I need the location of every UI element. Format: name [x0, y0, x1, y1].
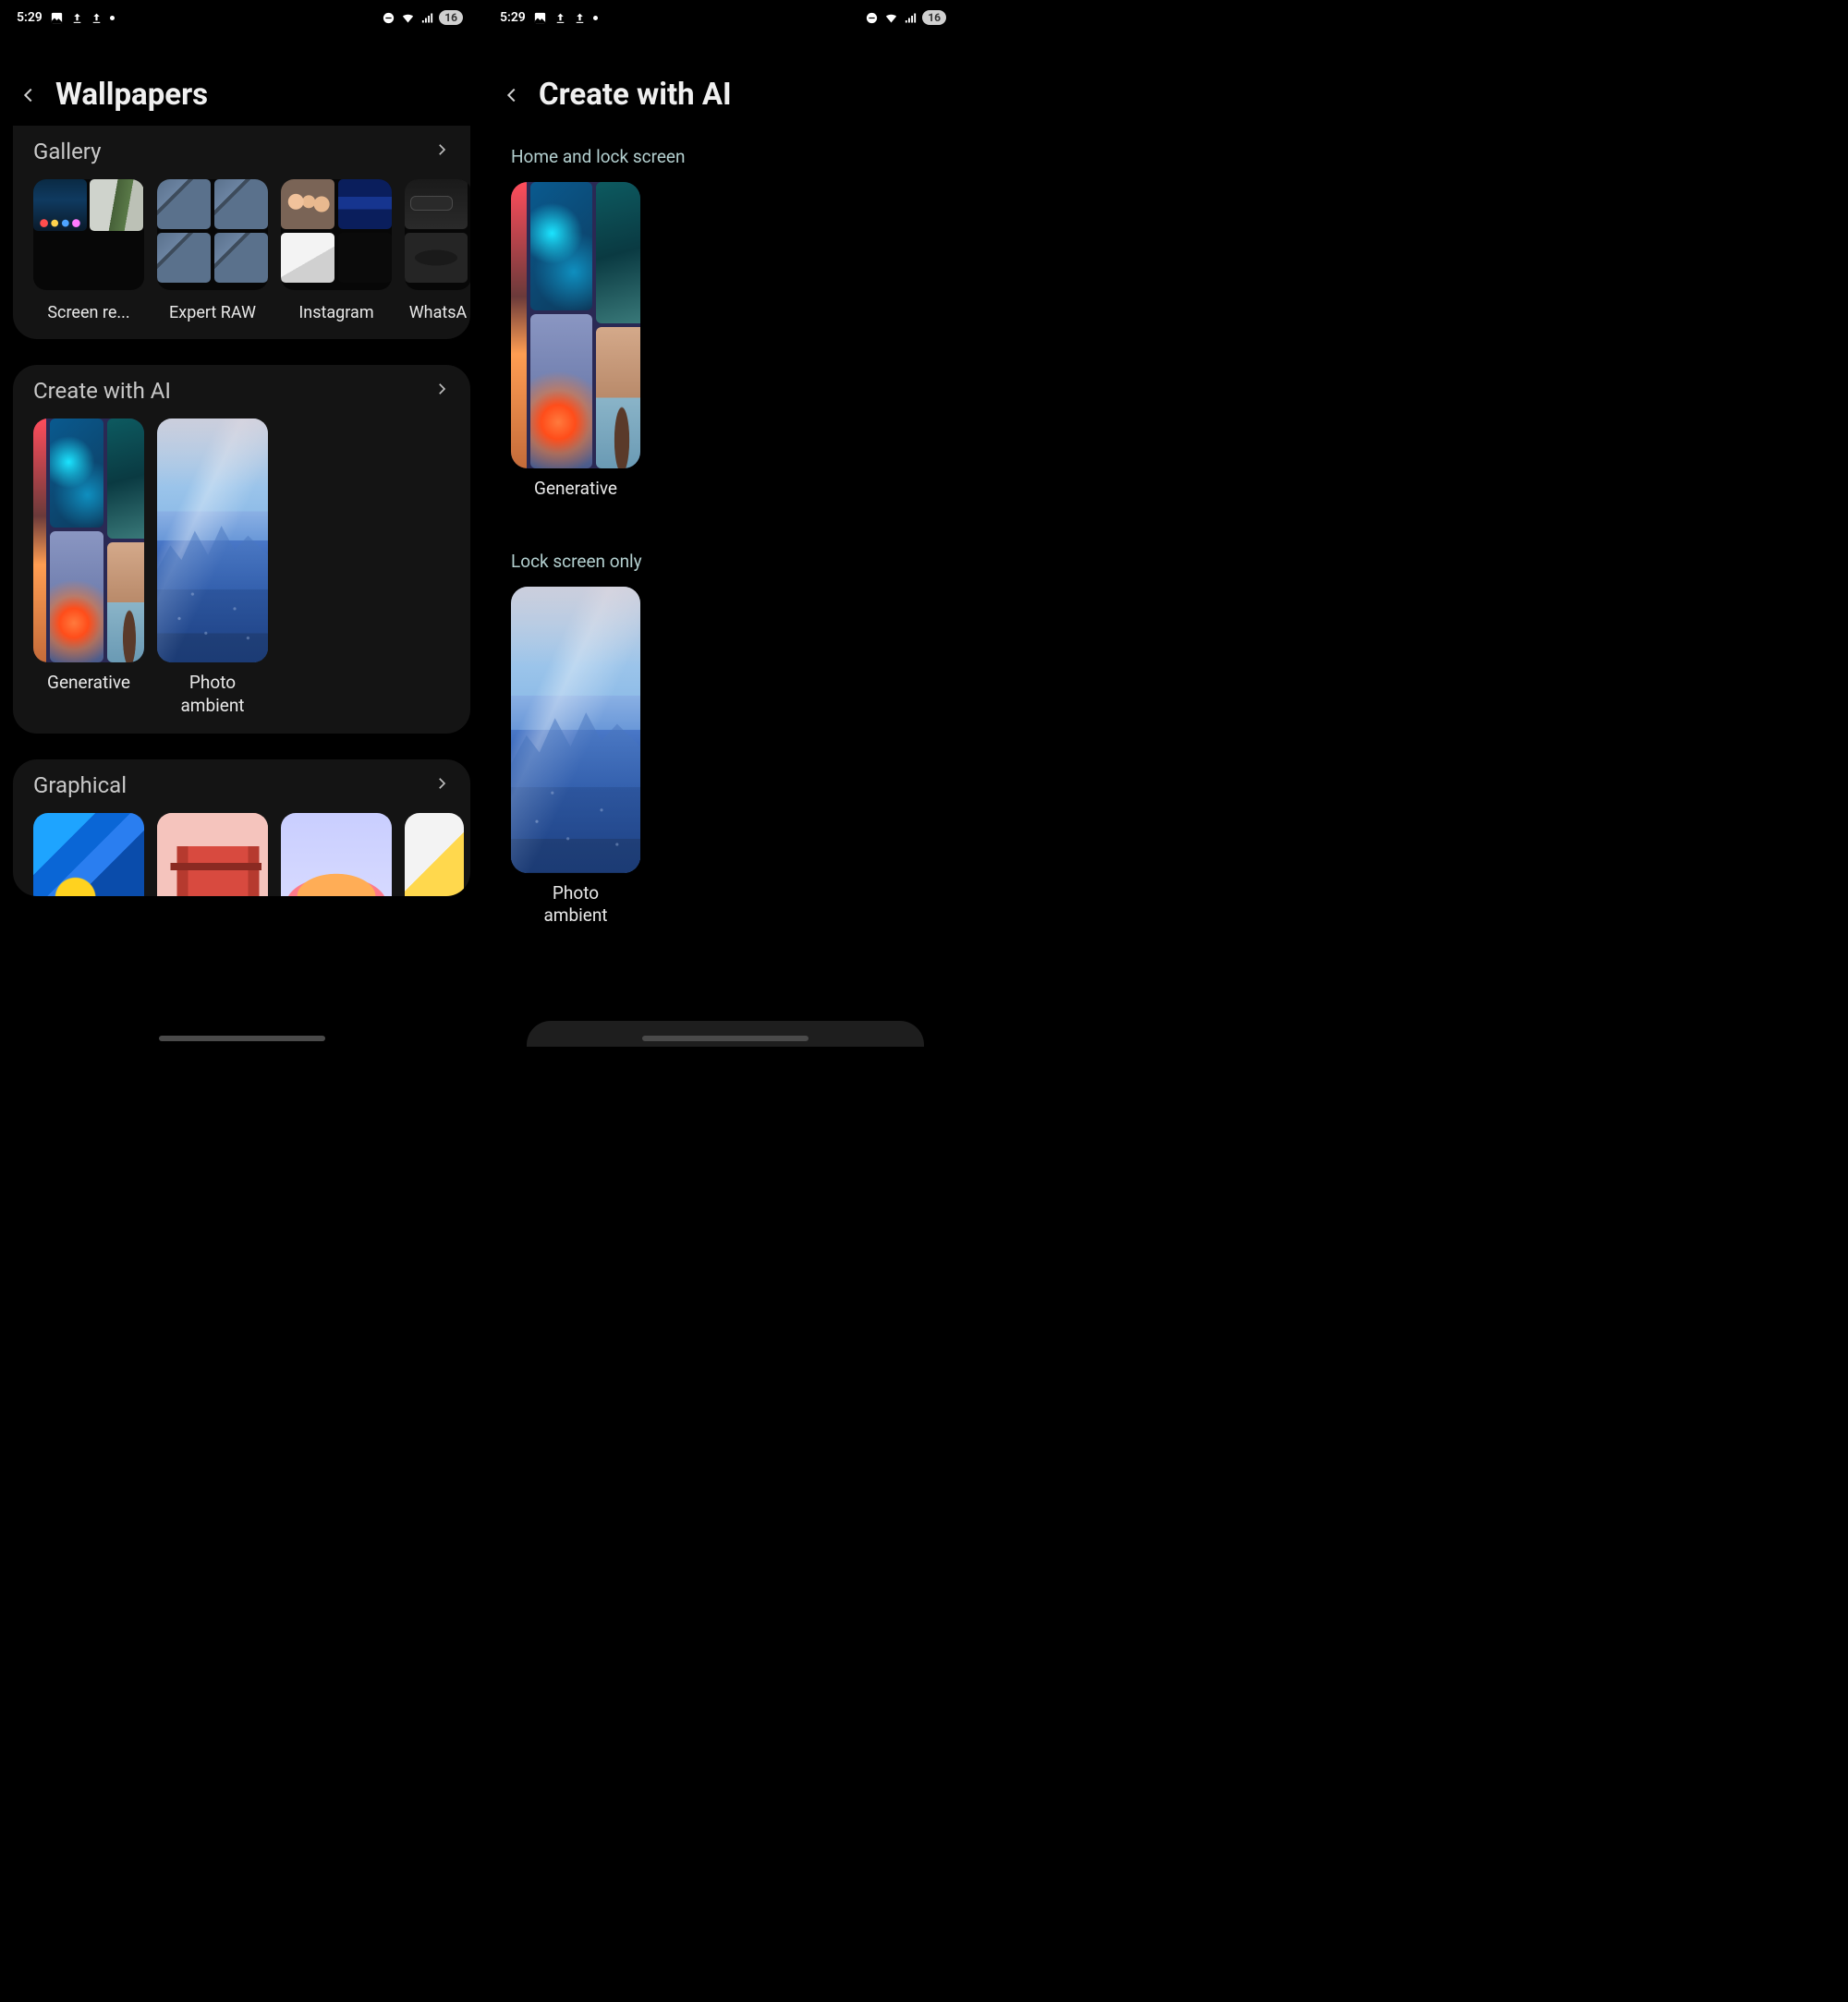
section-lock-only: Lock screen only: [483, 551, 967, 587]
dnd-icon: [382, 11, 395, 25]
section-create-with-ai[interactable]: Create with AI Generative Photo ambient: [13, 365, 470, 734]
tile-graphical-2[interactable]: [157, 813, 268, 896]
page-title: Wallpapers: [55, 77, 208, 113]
tile-photo-ambient[interactable]: Photo ambient: [511, 587, 640, 928]
upload-icon: [71, 11, 83, 25]
tile-generative[interactable]: Generative: [33, 419, 144, 717]
section-home-and-lock: Home and lock screen: [483, 146, 967, 182]
page-header: Wallpapers: [0, 35, 483, 131]
image-icon: [533, 11, 547, 25]
upload-icon: [91, 11, 103, 25]
section-gallery[interactable]: Gallery Screen re... Expert RAW: [13, 126, 470, 339]
nav-handle[interactable]: [642, 1036, 808, 1041]
album-label: Screen re...: [47, 303, 129, 322]
screen-wallpapers: 5:29 16: [0, 0, 483, 1047]
status-left: 5:29: [500, 10, 598, 25]
nav-handle[interactable]: [159, 1036, 325, 1041]
chevron-right-icon: [433, 141, 450, 162]
screen-create-with-ai: 5:29 16: [483, 0, 967, 1047]
battery-indicator: 16: [439, 10, 463, 25]
section-title: Graphical: [33, 772, 127, 798]
album-label: WhatsA: [409, 303, 468, 322]
more-dot-icon: [110, 16, 115, 20]
album-screen-recordings[interactable]: Screen re...: [33, 179, 144, 322]
section-header[interactable]: Gallery: [13, 126, 470, 179]
status-time: 5:29: [17, 10, 43, 25]
signal-icon: [904, 11, 918, 25]
page-header: Create with AI: [483, 35, 967, 131]
tile-label: Generative: [47, 672, 130, 695]
tile-photo-ambient[interactable]: Photo ambient: [157, 419, 268, 717]
upload-icon: [574, 11, 586, 25]
tile-generative[interactable]: Generative: [511, 182, 640, 501]
status-time: 5:29: [500, 10, 526, 25]
back-button[interactable]: [502, 85, 522, 105]
album-label: Expert RAW: [169, 303, 256, 322]
battery-indicator: 16: [922, 10, 946, 25]
section-title: Gallery: [33, 139, 102, 164]
section-graphical[interactable]: Graphical: [13, 759, 470, 896]
album-whatsapp[interactable]: WhatsA: [405, 179, 470, 322]
tile-graphical-1[interactable]: [33, 813, 144, 896]
upload-icon: [554, 11, 566, 25]
chevron-right-icon: [433, 381, 450, 401]
status-bar: 5:29 16: [0, 0, 483, 35]
more-dot-icon: [593, 16, 598, 20]
status-right: 16: [865, 10, 946, 25]
gallery-albums-row[interactable]: Screen re... Expert RAW: [13, 179, 470, 322]
chevron-right-icon: [433, 775, 450, 795]
bottom-dock: [527, 1021, 924, 1047]
status-bar: 5:29 16: [483, 0, 967, 35]
tile-label: Photo ambient: [180, 672, 244, 717]
tile-graphical-4[interactable]: [405, 813, 464, 896]
ai-wallpapers-row: Generative Photo ambient: [13, 419, 470, 717]
page-title: Create with AI: [539, 77, 732, 113]
album-instagram[interactable]: Instagram: [281, 179, 392, 322]
album-label: Instagram: [298, 303, 373, 322]
section-header[interactable]: Create with AI: [13, 365, 470, 419]
status-right: 16: [382, 10, 463, 25]
wifi-icon: [883, 11, 899, 25]
album-expert-raw[interactable]: Expert RAW: [157, 179, 268, 322]
image-icon: [50, 11, 64, 25]
section-header[interactable]: Graphical: [13, 759, 470, 813]
dnd-icon: [865, 11, 879, 25]
tile-graphical-3[interactable]: [281, 813, 392, 896]
graphical-row[interactable]: [13, 813, 470, 896]
tile-label: Generative: [534, 478, 617, 501]
back-button[interactable]: [18, 85, 39, 105]
signal-icon: [420, 11, 434, 25]
wifi-icon: [400, 11, 416, 25]
status-left: 5:29: [17, 10, 115, 25]
section-title: Create with AI: [33, 378, 171, 404]
tile-label: Photo ambient: [543, 882, 607, 928]
